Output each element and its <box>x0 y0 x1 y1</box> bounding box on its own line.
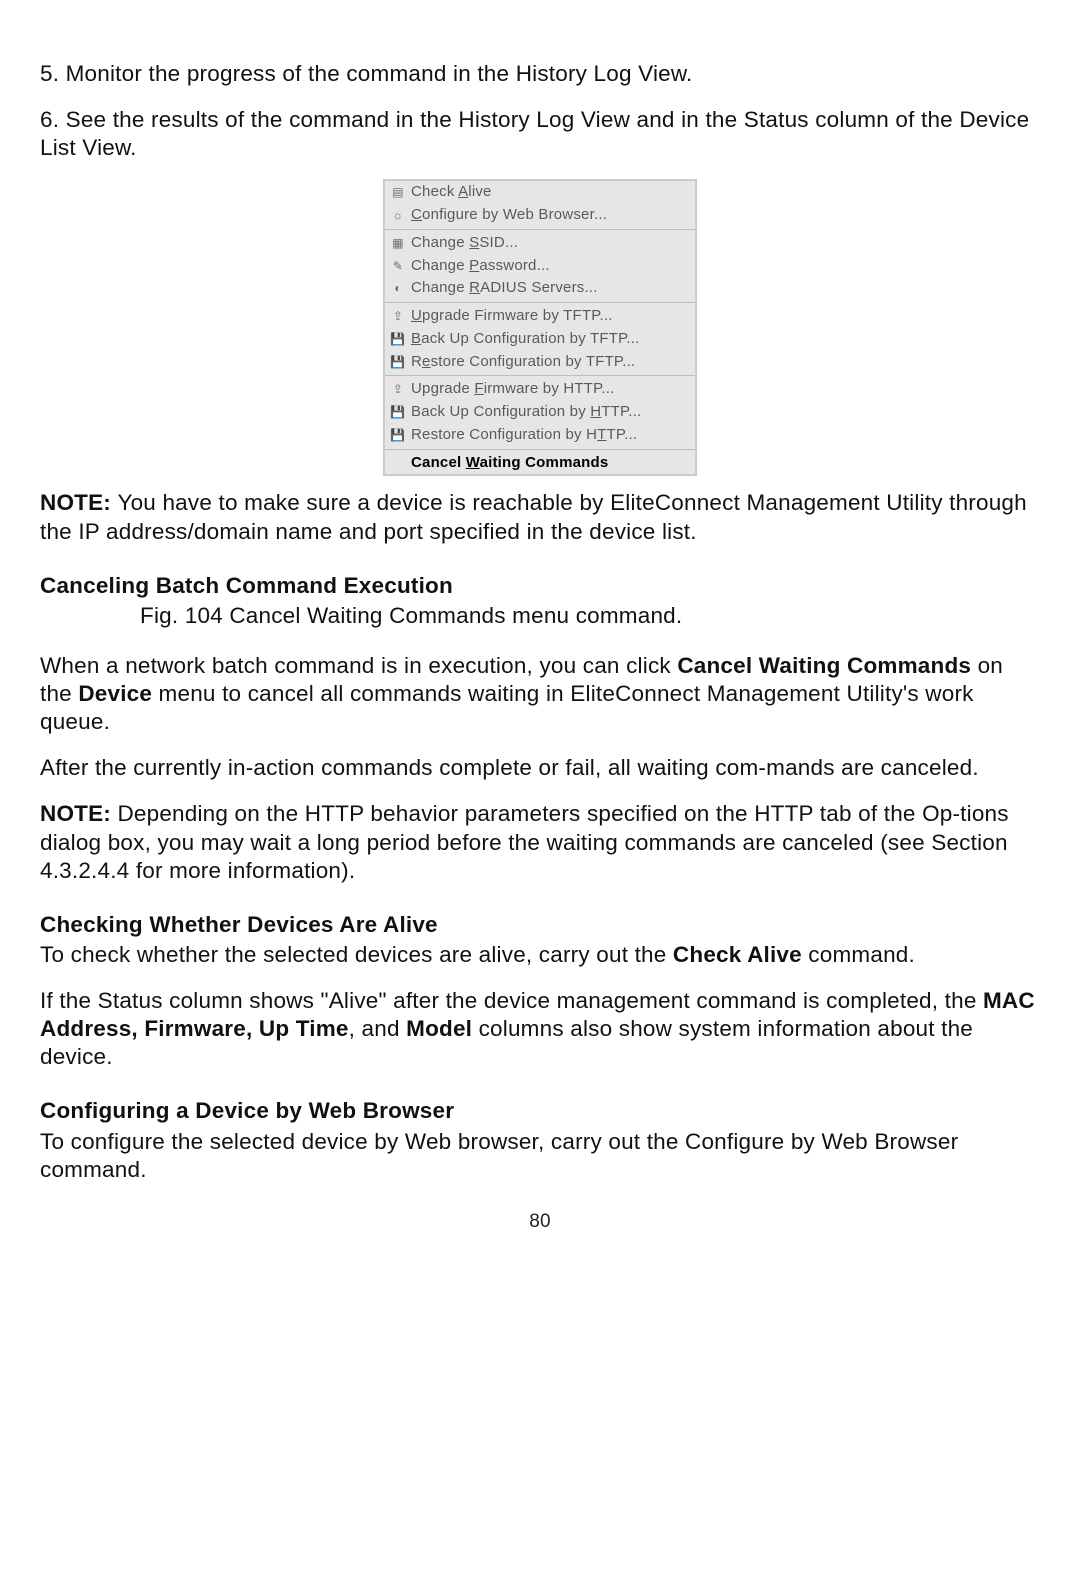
menu-item-label: Change RADIUS Servers... <box>411 279 689 298</box>
text: To check whether the selected devices ar… <box>40 942 673 967</box>
menu-item[interactable]: ▤Check Alive <box>385 181 695 204</box>
note-label: NOTE: <box>40 490 117 515</box>
text: menu to cancel all commands waiting in E… <box>40 681 974 734</box>
figure-caption-104: Fig. 104 Cancel Waiting Commands menu co… <box>140 602 1040 630</box>
menu-item-label: Change SSID... <box>411 234 689 253</box>
menu-item[interactable]: Cancel Waiting Commands <box>385 452 695 475</box>
key-icon: ✎ <box>389 258 407 274</box>
upgrade-icon: ⇪ <box>389 382 407 398</box>
backup-icon: 💾 <box>389 405 407 421</box>
menu-item[interactable]: 💾Restore Configuration by TFTP... <box>385 351 695 374</box>
after-complete-paragraph: After the currently in-action commands c… <box>40 754 1040 782</box>
check-alive-paragraph: To check whether the selected devices ar… <box>40 941 1040 969</box>
restore-icon: 💾 <box>389 427 407 443</box>
menu-item[interactable]: ⇪Upgrade Firmware by HTTP... <box>385 378 695 401</box>
heading-cancel-batch: Canceling Batch Command Execution <box>40 572 1040 600</box>
check-alive-bold: Check Alive <box>673 942 802 967</box>
cancel-waiting-commands-bold: Cancel Waiting Commands <box>677 653 971 678</box>
document-page: 5. Monitor the progress of the command i… <box>0 0 1080 1274</box>
page-number: 80 <box>40 1210 1040 1234</box>
menu-item[interactable]: ▦Change SSID... <box>385 232 695 255</box>
menu-separator <box>385 302 695 303</box>
menu-item-label: Restore Configuration by HTTP... <box>411 426 689 445</box>
note-text: Depending on the HTTP behavior parameter… <box>40 801 1009 882</box>
text: When a network batch command is in execu… <box>40 653 677 678</box>
step-5: 5. Monitor the progress of the command i… <box>40 60 1040 88</box>
device-context-menu: ▤Check Alive☼Configure by Web Browser...… <box>384 180 696 475</box>
menu-item-label: Back Up Configuration by TFTP... <box>411 330 689 349</box>
note-text: You have to make sure a device is reacha… <box>40 490 1027 543</box>
device-menu-bold: Device <box>78 681 152 706</box>
backup-icon: 💾 <box>389 331 407 347</box>
menu-item[interactable]: ✎Change Password... <box>385 255 695 278</box>
text: , and <box>349 1016 407 1041</box>
note-label: NOTE: <box>40 801 117 826</box>
menu-item[interactable]: 💾Restore Configuration by HTTP... <box>385 424 695 447</box>
menu-item-label: Configure by Web Browser... <box>411 206 689 225</box>
menu-separator <box>385 375 695 376</box>
menu-item[interactable]: ☼Configure by Web Browser... <box>385 204 695 227</box>
radius-icon: ◐ <box>389 281 407 297</box>
upgrade-icon: ⇪ <box>389 309 407 325</box>
step-6: 6. See the results of the command in the… <box>40 106 1040 162</box>
menu-item-label: Back Up Configuration by HTTP... <box>411 403 689 422</box>
doc-icon: ▤ <box>389 185 407 201</box>
menu-item-label: Upgrade Firmware by HTTP... <box>411 380 689 399</box>
ssid-icon: ▦ <box>389 235 407 251</box>
cancel-waiting-paragraph: When a network batch command is in execu… <box>40 652 1040 736</box>
note-http-behavior: NOTE: Depending on the HTTP behavior par… <box>40 800 1040 884</box>
menu-item-label: Upgrade Firmware by TFTP... <box>411 307 689 326</box>
menu-item[interactable]: ◐Change RADIUS Servers... <box>385 277 695 300</box>
menu-item-label: Check Alive <box>411 183 689 202</box>
text: If the Status column shows "Alive" after… <box>40 988 983 1013</box>
columns-bold-2: Model <box>406 1016 472 1041</box>
menu-separator <box>385 229 695 230</box>
menu-item-label: Cancel Waiting Commands <box>411 454 689 473</box>
heading-check-alive: Checking Whether Devices Are Alive <box>40 911 1040 939</box>
status-column-paragraph: If the Status column shows "Alive" after… <box>40 987 1040 1071</box>
note-reachable: NOTE: You have to make sure a device is … <box>40 489 1040 545</box>
menu-item[interactable]: 💾Back Up Configuration by HTTP... <box>385 401 695 424</box>
menu-item[interactable]: ⇪Upgrade Firmware by TFTP... <box>385 305 695 328</box>
restore-icon: 💾 <box>389 354 407 370</box>
configure-web-paragraph: To configure the selected device by Web … <box>40 1128 1040 1184</box>
menu-item-label: Change Password... <box>411 257 689 276</box>
heading-configure-web: Configuring a Device by Web Browser <box>40 1097 1040 1125</box>
menu-item[interactable]: 💾Back Up Configuration by TFTP... <box>385 328 695 351</box>
menu-separator <box>385 449 695 450</box>
web-icon: ☼ <box>389 208 407 224</box>
menu-item-label: Restore Configuration by TFTP... <box>411 353 689 372</box>
blank-icon <box>389 455 407 471</box>
text: command. <box>802 942 915 967</box>
